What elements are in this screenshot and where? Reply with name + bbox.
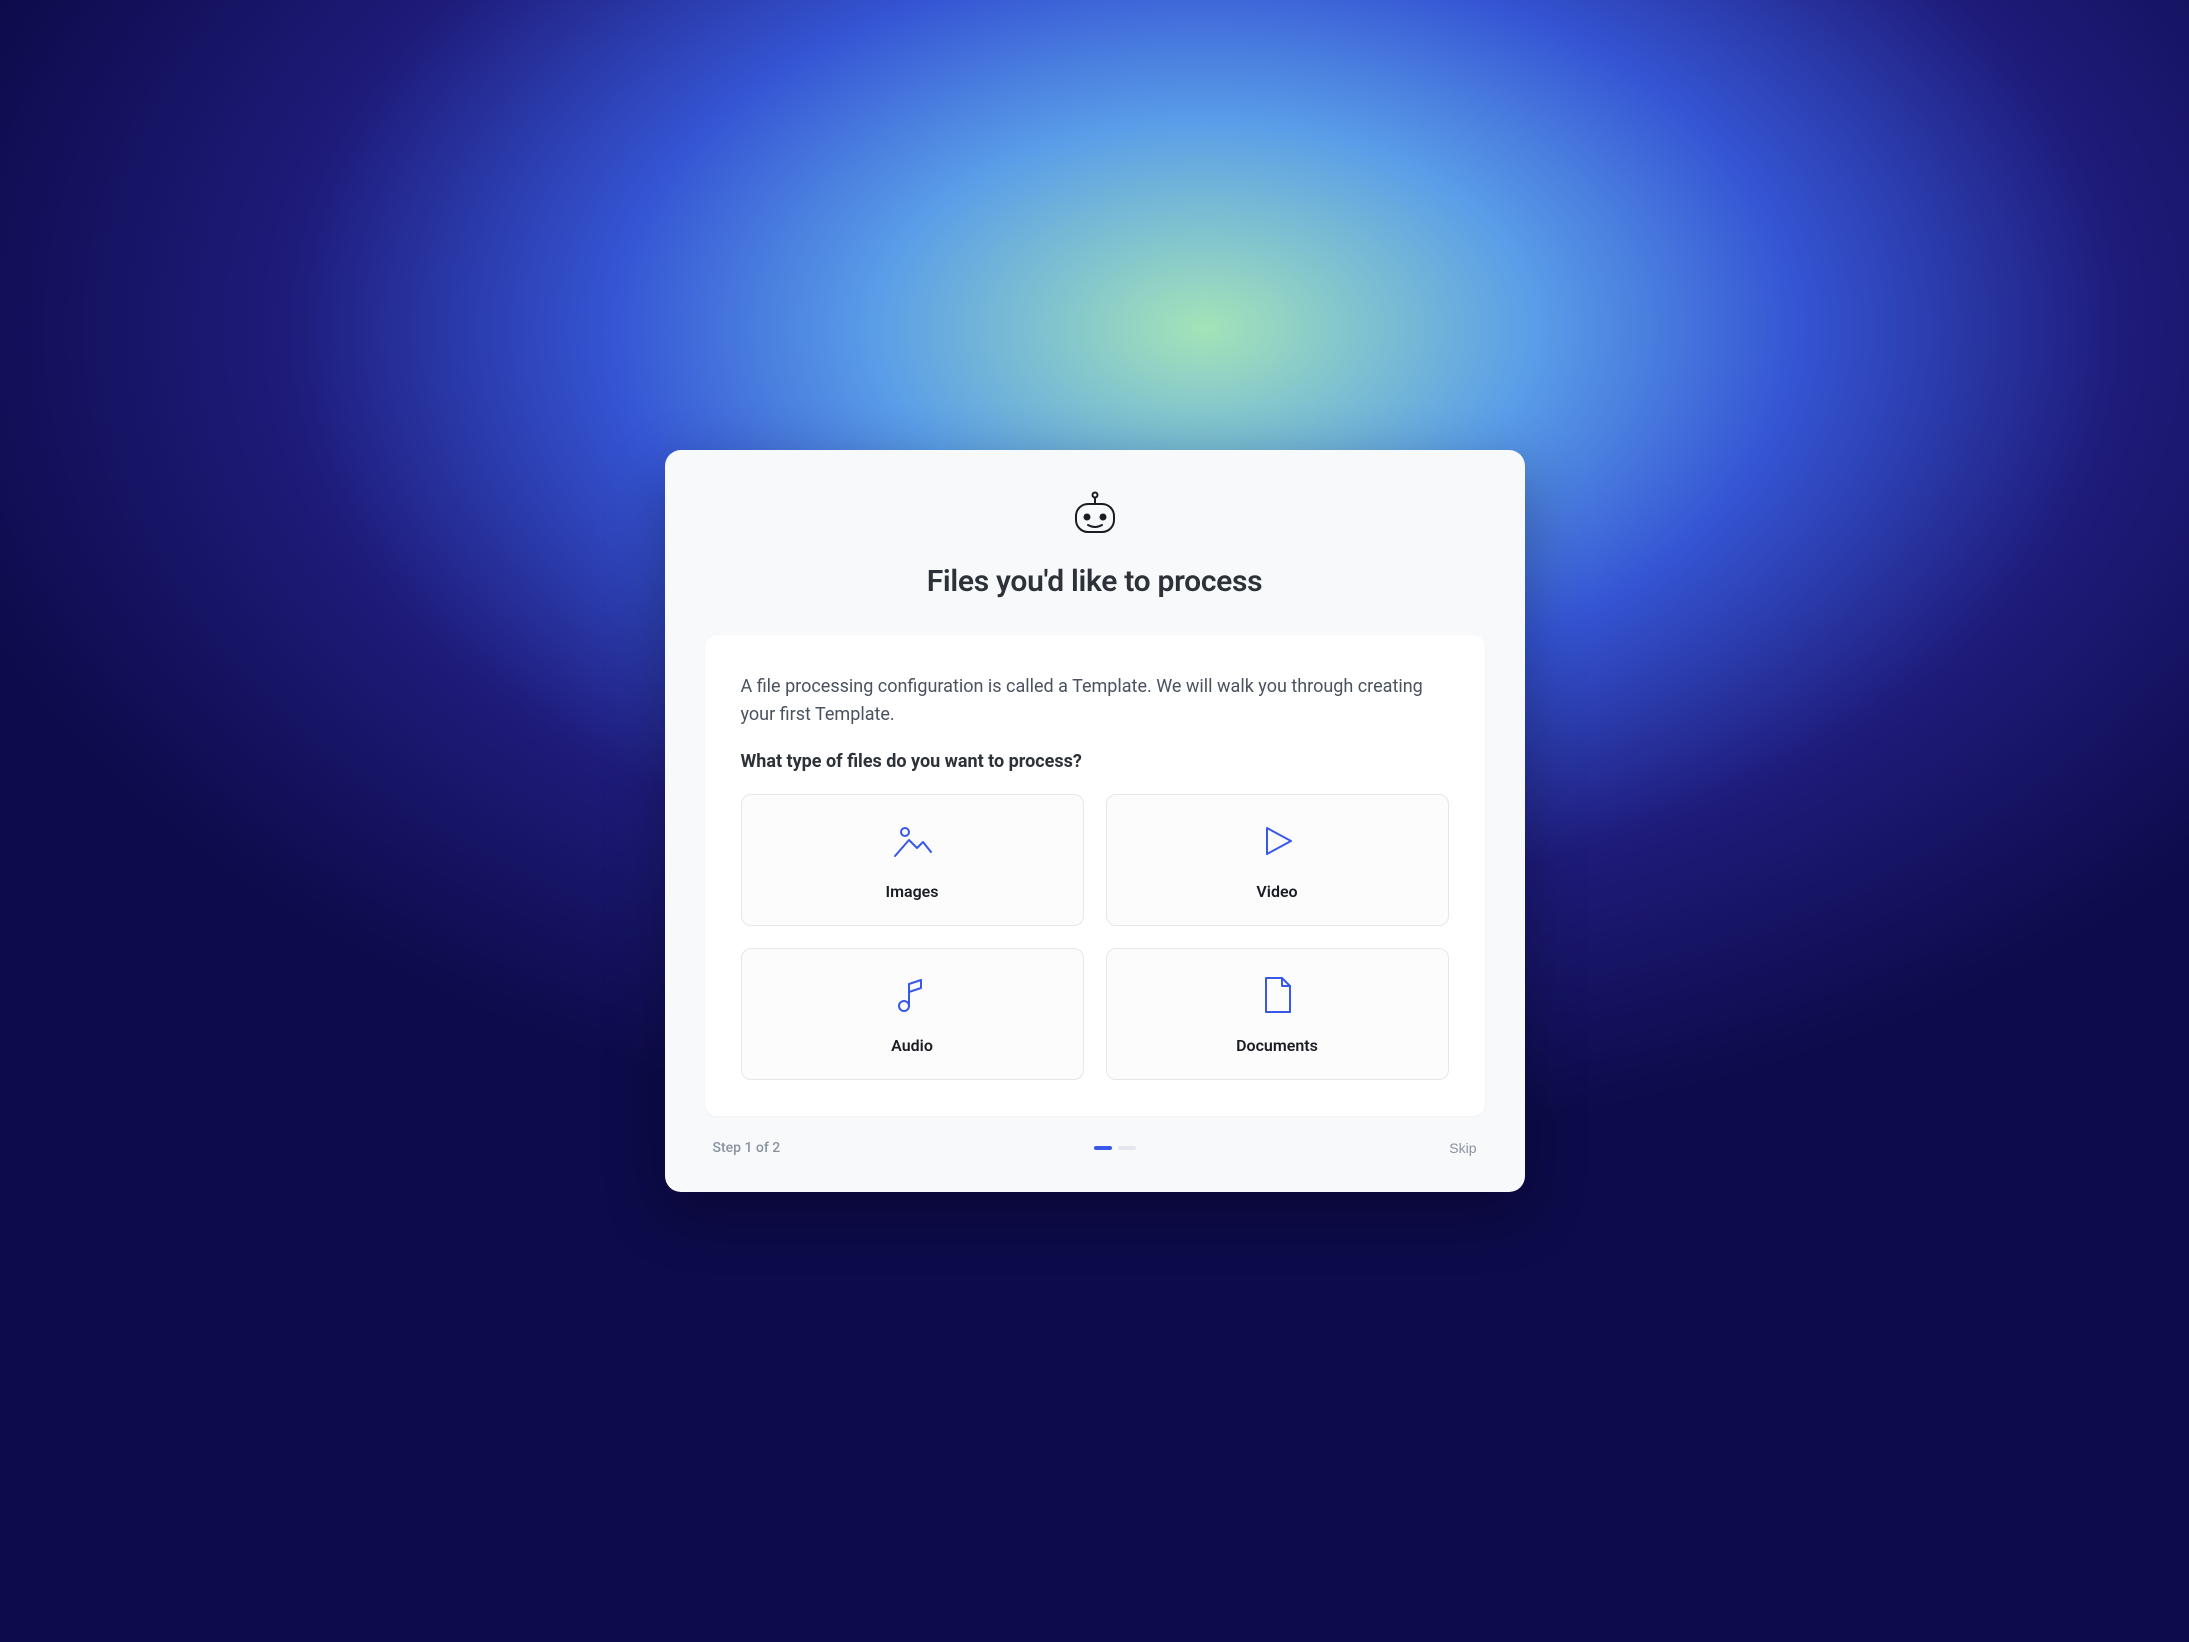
tile-label: Documents bbox=[1236, 1036, 1318, 1055]
page-title: Files you'd like to process bbox=[705, 564, 1485, 599]
question-text: What type of files do you want to proces… bbox=[741, 751, 1449, 772]
file-type-tiles: Images Video Audio bbox=[741, 794, 1449, 1080]
skip-button[interactable]: Skip bbox=[1449, 1140, 1476, 1156]
play-icon bbox=[1254, 818, 1300, 868]
tile-video[interactable]: Video bbox=[1106, 794, 1449, 926]
image-icon bbox=[889, 818, 935, 868]
progress-step-2 bbox=[1118, 1146, 1136, 1150]
onboarding-modal: Files you'd like to process A file proce… bbox=[665, 450, 1525, 1192]
document-icon bbox=[1254, 972, 1300, 1022]
tile-documents[interactable]: Documents bbox=[1106, 948, 1449, 1080]
intro-text: A file processing configuration is calle… bbox=[741, 673, 1449, 729]
music-note-icon bbox=[889, 972, 935, 1022]
progress-step-1 bbox=[1094, 1146, 1112, 1150]
modal-header: Files you'd like to process bbox=[705, 490, 1485, 599]
tile-label: Audio bbox=[891, 1036, 933, 1055]
tile-images[interactable]: Images bbox=[741, 794, 1084, 926]
tile-label: Video bbox=[1256, 882, 1297, 901]
progress-dots bbox=[1094, 1146, 1136, 1150]
robot-icon bbox=[1070, 490, 1120, 544]
tile-label: Images bbox=[885, 882, 938, 901]
tile-audio[interactable]: Audio bbox=[741, 948, 1084, 1080]
modal-footer: Step 1 of 2 Skip bbox=[705, 1140, 1485, 1156]
content-card: A file processing configuration is calle… bbox=[705, 635, 1485, 1116]
step-indicator: Step 1 of 2 bbox=[713, 1140, 781, 1156]
